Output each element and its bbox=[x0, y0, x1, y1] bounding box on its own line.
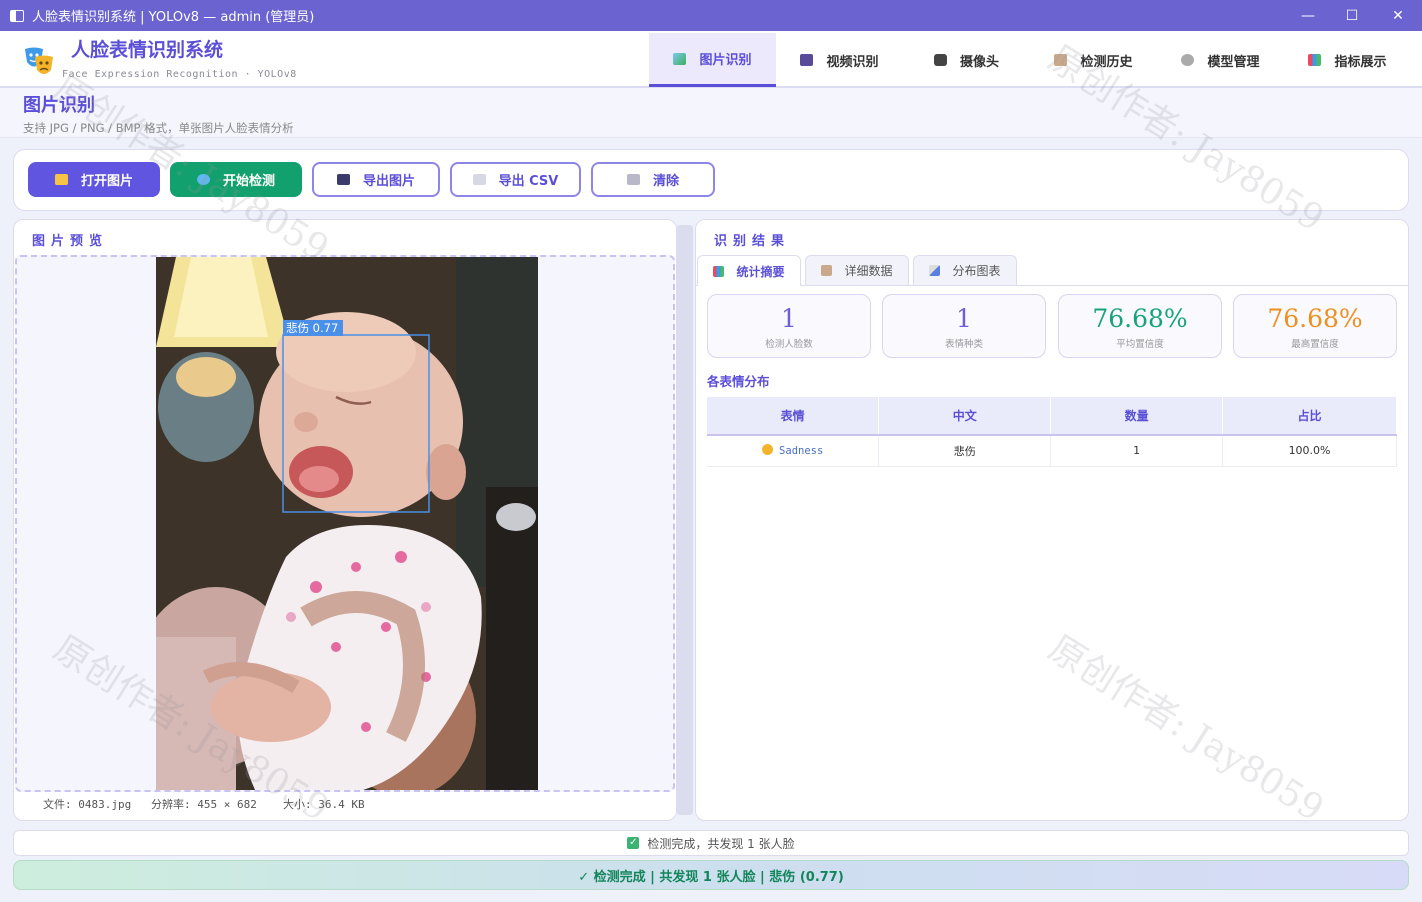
distribution-title: 各表情分布 bbox=[707, 374, 770, 389]
table-header-row: 表情 中文 数量 占比 bbox=[707, 397, 1397, 436]
stat-card-expression-types: 1 表情种类 bbox=[882, 294, 1046, 358]
chinese-name-cell: 悲伤 bbox=[878, 435, 1052, 467]
column-header[interactable]: 中文 bbox=[878, 397, 1052, 436]
table-row[interactable]: Sadness 悲伤 1 100.0% bbox=[707, 435, 1397, 467]
tab-label: 检测历史 bbox=[1080, 54, 1133, 70]
preview-image: 悲伤 0.77 bbox=[156, 257, 538, 790]
close-button[interactable]: ✕ bbox=[1375, 0, 1421, 31]
page-header: 图片识别 支持 JPG / PNG / BMP 格式，单张图片人脸表情分析 bbox=[0, 88, 1422, 138]
stat-card-max-confidence: 76.68% 最高置信度 bbox=[1233, 294, 1397, 358]
file-name: 文件: 0483.jpg bbox=[43, 798, 132, 811]
video-icon bbox=[800, 54, 814, 66]
button-label: 清除 bbox=[652, 174, 679, 189]
trash-icon bbox=[626, 174, 640, 185]
tab-metrics[interactable]: 指标展示 bbox=[1284, 33, 1411, 87]
line-chart-icon bbox=[929, 265, 941, 276]
count-cell: 1 bbox=[1050, 435, 1224, 467]
status-text: 检测完成，共发现 1 张人脸 bbox=[647, 836, 795, 851]
maximize-button[interactable]: ☐ bbox=[1329, 0, 1375, 31]
export-csv-button[interactable]: 导出 CSV bbox=[450, 162, 581, 197]
tab-divider bbox=[696, 285, 1408, 286]
tab-label: 统计摘要 bbox=[736, 264, 785, 279]
button-label: 导出 CSV bbox=[498, 174, 559, 189]
app-subtitle: Face Expression Recognition · YOLOv8 bbox=[62, 69, 297, 80]
stat-label: 平均置信度 bbox=[1116, 339, 1164, 350]
check-icon: ✓ bbox=[627, 837, 640, 849]
start-detection-button[interactable]: 开始检测 bbox=[170, 162, 302, 197]
stat-value: 76.68% bbox=[1092, 304, 1188, 333]
results-title: 识别结果 bbox=[714, 234, 791, 249]
expression-distribution-table: 表情 中文 数量 占比 Sadness 悲伤 1 100.0% bbox=[707, 397, 1397, 467]
magnifier-icon bbox=[196, 174, 210, 185]
detection-label: 悲伤 0.77 bbox=[286, 321, 338, 335]
action-toolbar: 打开图片 开始检测 导出图片 导出 CSV 清除 bbox=[13, 149, 1409, 211]
column-header[interactable]: 占比 bbox=[1222, 397, 1397, 436]
theater-masks-icon bbox=[25, 47, 53, 74]
status-line: ✓ 检测完成，共发现 1 张人脸 bbox=[13, 830, 1409, 856]
stat-value: 1 bbox=[781, 304, 797, 333]
tab-label: 模型管理 bbox=[1207, 54, 1260, 70]
tab-video-recognition[interactable]: 视频识别 bbox=[776, 33, 903, 87]
tab-detection-history[interactable]: 检测历史 bbox=[1030, 33, 1157, 87]
gear-icon bbox=[1181, 54, 1195, 66]
save-icon bbox=[336, 174, 350, 185]
app-title: 人脸表情识别系统 bbox=[71, 39, 224, 61]
image-resolution: 分辨率: 455 × 682 bbox=[151, 798, 257, 811]
window-titlebar[interactable]: 人脸表情识别系统 | YOLOv8 — admin (管理员) — ☐ ✕ bbox=[0, 0, 1422, 31]
tab-camera[interactable]: 摄像头 bbox=[903, 33, 1030, 87]
result-banner: ✓ 检测完成 | 共发现 1 张人脸 | 悲伤 (0.77) bbox=[13, 860, 1409, 890]
tab-label: 分布图表 bbox=[952, 264, 1001, 278]
sad-face-icon bbox=[762, 444, 774, 456]
tab-image-recognition[interactable]: 图片识别 bbox=[649, 33, 776, 87]
document-icon bbox=[821, 265, 833, 276]
app-header: 人脸表情识别系统 Face Expression Recognition · Y… bbox=[0, 31, 1422, 88]
clear-button[interactable]: 清除 bbox=[591, 162, 715, 197]
tab-detailed-data[interactable]: 详细数据 bbox=[805, 255, 909, 285]
tab-label: 图片识别 bbox=[699, 53, 752, 68]
tab-label: 视频识别 bbox=[826, 54, 879, 70]
image-drop-area[interactable]: 悲伤 0.77 bbox=[15, 255, 675, 792]
button-label: 导出图片 bbox=[362, 174, 415, 189]
tab-model-management[interactable]: 模型管理 bbox=[1157, 33, 1284, 87]
image-icon bbox=[673, 52, 687, 65]
tab-label: 指标展示 bbox=[1334, 54, 1387, 70]
stat-card-average-confidence: 76.68% 平均置信度 bbox=[1058, 294, 1222, 358]
window-title: 人脸表情识别系统 | YOLOv8 — admin (管理员) bbox=[32, 10, 315, 25]
export-image-button[interactable]: 导出图片 bbox=[312, 162, 440, 197]
stat-card-face-count: 1 检测人脸数 bbox=[707, 294, 871, 358]
history-icon bbox=[1054, 54, 1068, 66]
column-header[interactable]: 数量 bbox=[1050, 397, 1224, 436]
stat-label: 检测人脸数 bbox=[765, 339, 813, 350]
tab-distribution-chart[interactable]: 分布图表 bbox=[913, 255, 1017, 285]
stat-value: 1 bbox=[956, 304, 972, 333]
column-header[interactable]: 表情 bbox=[707, 397, 880, 436]
stat-label: 表情种类 bbox=[944, 339, 983, 350]
panel-splitter[interactable] bbox=[677, 225, 693, 815]
button-label: 打开图片 bbox=[80, 174, 133, 189]
expression-cell: Sadness bbox=[707, 435, 880, 467]
tab-label: 详细数据 bbox=[844, 264, 893, 278]
expression-name: Sadness bbox=[779, 445, 824, 458]
results-panel: 识别结果 统计摘要 详细数据 分布图表 1 检测人脸数 1 表情种类 76.68… bbox=[695, 219, 1409, 821]
document-icon bbox=[472, 174, 486, 185]
preview-title: 图片预览 bbox=[32, 234, 109, 249]
camera-icon bbox=[933, 54, 947, 66]
tab-label: 摄像头 bbox=[959, 54, 999, 70]
page-subtitle: 支持 JPG / PNG / BMP 格式，单张图片人脸表情分析 bbox=[23, 121, 294, 135]
stat-label: 最高置信度 bbox=[1291, 339, 1339, 350]
file-size: 大小: 36.4 KB bbox=[283, 798, 365, 811]
stat-value: 76.68% bbox=[1267, 304, 1363, 333]
image-preview-panel: 图片预览 悲伤 0.77 文件: 0483.jpg 分辨率: 455 × 682… bbox=[13, 219, 677, 821]
bar-chart-icon bbox=[713, 265, 725, 277]
page-title: 图片识别 bbox=[23, 95, 95, 116]
open-image-button[interactable]: 打开图片 bbox=[28, 162, 160, 197]
button-label: 开始检测 bbox=[222, 174, 275, 189]
ratio-cell: 100.0% bbox=[1222, 435, 1397, 467]
folder-icon bbox=[54, 174, 68, 185]
bar-chart-icon bbox=[1308, 54, 1322, 66]
tab-statistics-summary[interactable]: 统计摘要 bbox=[697, 255, 801, 286]
minimize-button[interactable]: — bbox=[1285, 0, 1331, 31]
baby-photo-illustration: 悲伤 0.77 bbox=[156, 257, 538, 790]
app-window-icon bbox=[10, 9, 24, 22]
